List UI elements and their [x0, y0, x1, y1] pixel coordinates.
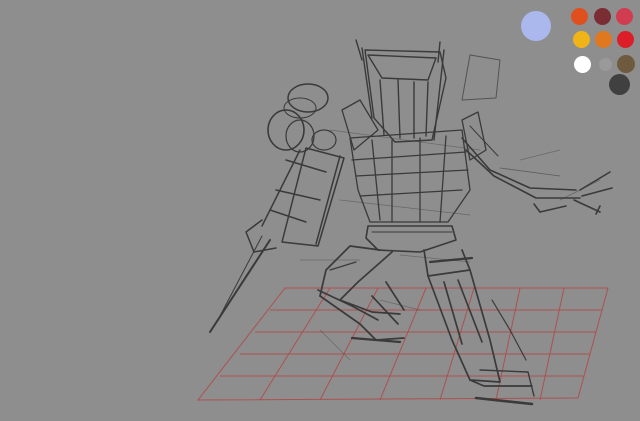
color-swatch-red[interactable] — [617, 31, 634, 48]
color-swatch-charcoal[interactable] — [609, 74, 630, 95]
color-swatch-white[interactable] — [574, 56, 591, 73]
color-swatch-gray[interactable] — [599, 58, 612, 71]
color-swatch-orange[interactable] — [595, 31, 612, 48]
color-swatch-yellow[interactable] — [573, 31, 590, 48]
color-swatch-orange-red[interactable] — [571, 8, 588, 25]
drawing-canvas[interactable] — [0, 0, 640, 421]
color-swatch-maroon[interactable] — [594, 8, 611, 25]
current-color-swatch[interactable] — [521, 11, 551, 41]
color-swatch-rose[interactable] — [616, 8, 633, 25]
color-swatch-olive-brown[interactable] — [617, 55, 635, 73]
